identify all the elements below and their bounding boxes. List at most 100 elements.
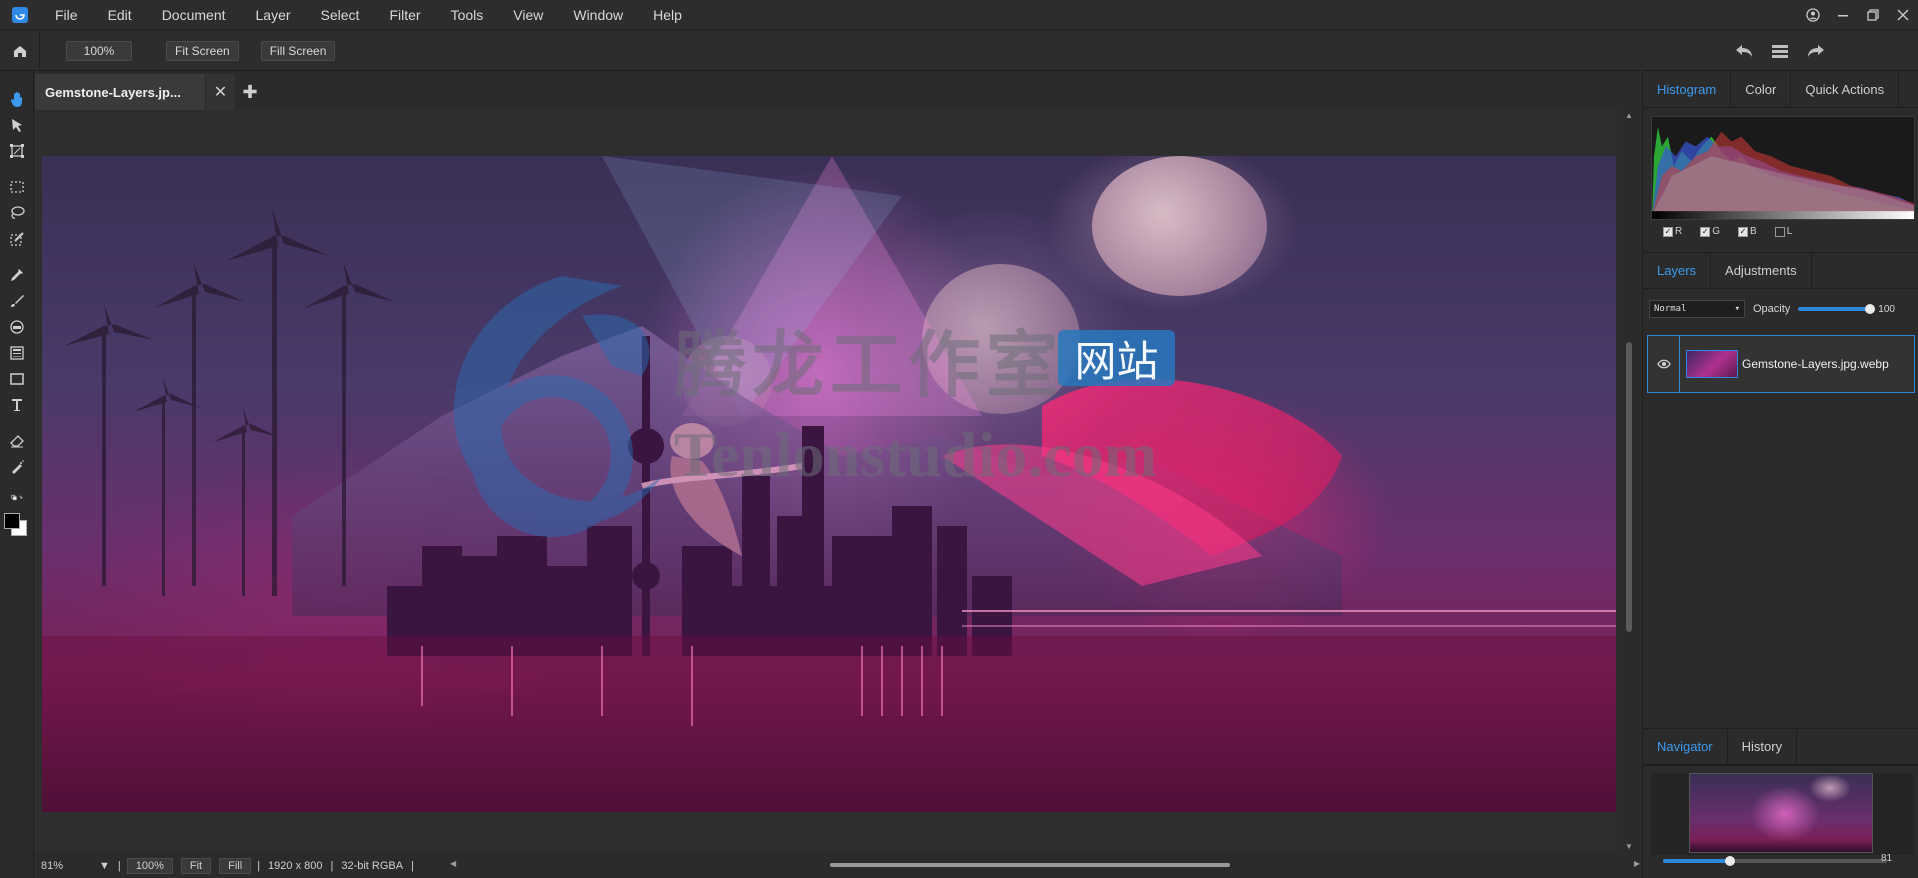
restore-icon[interactable]	[1858, 0, 1888, 30]
menu-document[interactable]: Document	[147, 0, 241, 30]
right-panels: Histogram Color Quick Actions ✓ R ✓ G ✓ B L	[1642, 72, 1918, 878]
zoom-level-field[interactable]: 100%	[66, 40, 132, 61]
navigator-zoom-fill	[1663, 859, 1731, 863]
scroll-right-icon[interactable]: ▶	[1634, 859, 1640, 868]
layer-name: Gemstone-Layers.jpg.webp	[1742, 357, 1889, 371]
histogram-graph	[1651, 116, 1915, 220]
color-swatches[interactable]	[0, 508, 34, 540]
tab-navigator[interactable]: Navigator	[1643, 729, 1728, 764]
tab-color[interactable]: Color	[1731, 72, 1792, 107]
layer-item[interactable]: Gemstone-Layers.jpg.webp	[1647, 335, 1915, 393]
opacity-value[interactable]: 100	[1878, 304, 1895, 315]
menu-tools[interactable]: Tools	[436, 0, 499, 30]
document-tabbar: Gemstone-Layers.jp... ✕ ✚	[35, 72, 1640, 110]
text-tool-icon[interactable]	[0, 392, 34, 418]
navigator-zoom-slider[interactable]	[1663, 856, 1887, 866]
menubar: File Edit Document Layer Select Filter T…	[0, 0, 1918, 30]
horizontal-scrollbar[interactable]: ◀ ▶	[450, 859, 1640, 871]
document-tab-title: Gemstone-Layers.jp...	[45, 84, 181, 100]
horizontal-scroll-thumb[interactable]	[830, 863, 1230, 867]
tab-histogram[interactable]: Histogram	[1643, 72, 1732, 107]
app-logo-icon	[12, 6, 28, 23]
tools-toolbar	[0, 72, 34, 878]
document-tab[interactable]: Gemstone-Layers.jp...	[35, 74, 205, 110]
clone-stamp-tool-icon[interactable]	[0, 314, 34, 340]
shape-tool-icon[interactable]	[0, 366, 34, 392]
eye-icon[interactable]	[1648, 336, 1680, 392]
layer-options: Normal Opacity 100	[1649, 299, 1913, 319]
status-dimensions: 1920 x 800	[268, 859, 323, 872]
vertical-scroll-thumb[interactable]	[1626, 342, 1632, 632]
histogram-panel-tabs: Histogram Color Quick Actions	[1643, 72, 1918, 108]
minimize-icon[interactable]	[1828, 0, 1858, 30]
new-tab-icon[interactable]: ✚	[235, 74, 265, 110]
menu-icon[interactable]	[1769, 40, 1791, 62]
zoom-dropdown-icon[interactable]: ▼	[93, 860, 116, 872]
zoom-100-button[interactable]: 100%	[126, 857, 173, 874]
channel-l-checkbox[interactable]: L	[1774, 226, 1792, 237]
close-icon[interactable]	[1888, 0, 1918, 30]
menu-help[interactable]: Help	[638, 0, 697, 30]
transform-tool-icon[interactable]	[0, 138, 34, 164]
tab-history[interactable]: History	[1728, 729, 1798, 764]
vertical-scrollbar[interactable]: ▲ ▼	[1623, 110, 1635, 853]
lasso-tool-icon[interactable]	[0, 200, 34, 226]
menu-window[interactable]: Window	[558, 0, 638, 30]
opacity-slider[interactable]	[1798, 304, 1876, 314]
fit-screen-button[interactable]: Fit Screen	[166, 40, 239, 61]
options-bar: 100% Fit Screen Fill Screen	[0, 30, 1640, 71]
eyedropper-tool-icon[interactable]	[0, 262, 34, 288]
hand-tool-icon[interactable]	[0, 86, 34, 112]
menu-edit[interactable]: Edit	[93, 0, 147, 30]
watermark-url: Tenlonstudio.com	[674, 419, 1158, 490]
tab-adjustments[interactable]: Adjustments	[1711, 253, 1812, 288]
layers-panel: Layers Adjustments Normal Opacity 100 Ge…	[1643, 252, 1918, 792]
foreground-color-swatch[interactable]	[4, 513, 20, 529]
histogram-panel: Histogram Color Quick Actions ✓ R ✓ G ✓ B L	[1643, 72, 1918, 250]
home-icon[interactable]	[0, 30, 40, 71]
canvas-area[interactable]: 腾龙工作室 网站 Tenlonstudio.com	[35, 110, 1617, 853]
scroll-down-icon[interactable]: ▼	[1623, 841, 1635, 853]
channel-r-checkbox[interactable]: ✓ R	[1663, 226, 1682, 237]
navigator-panel-tabs: Navigator History	[1643, 729, 1918, 765]
histogram-channel-checks: ✓ R ✓ G ✓ B L	[1663, 226, 1792, 237]
tab-layers[interactable]: Layers	[1643, 253, 1712, 288]
menu-file[interactable]: File	[40, 0, 93, 30]
eraser-tool-icon[interactable]	[0, 428, 34, 454]
undo-icon[interactable]	[1733, 40, 1755, 62]
scroll-left-icon[interactable]: ◀	[450, 859, 456, 868]
menu-select[interactable]: Select	[306, 0, 375, 30]
retouch-tool-icon[interactable]	[0, 454, 34, 480]
redo-icon[interactable]	[1805, 40, 1827, 62]
channel-b-checkbox[interactable]: ✓ B	[1738, 226, 1757, 237]
document-image[interactable]: 腾龙工作室 网站 Tenlonstudio.com	[42, 156, 1616, 812]
move-tool-icon[interactable]	[0, 112, 34, 138]
quick-select-tool-icon[interactable]	[0, 226, 34, 252]
status-color-mode: 32-bit RGBA	[341, 859, 404, 872]
navigator-zoom-knob[interactable]	[1725, 856, 1736, 866]
tab-quick-actions[interactable]: Quick Actions	[1791, 72, 1900, 107]
window-controls	[1798, 0, 1918, 30]
menu-view[interactable]: View	[498, 0, 558, 30]
brush-tool-icon[interactable]	[0, 288, 34, 314]
status-zoom: 81%	[41, 859, 64, 872]
menu-layer[interactable]: Layer	[241, 0, 306, 30]
opacity-slider-knob[interactable]	[1865, 304, 1876, 314]
user-icon[interactable]	[1798, 0, 1828, 30]
swap-colors-icon[interactable]	[0, 490, 34, 508]
zoom-fill-button[interactable]: Fill	[219, 857, 252, 874]
opacity-slider-fill	[1798, 307, 1871, 311]
gradient-tool-icon[interactable]	[0, 340, 34, 366]
layer-thumbnail	[1686, 350, 1738, 378]
watermark-badge: 网站	[1058, 330, 1175, 386]
blend-mode-select[interactable]: Normal	[1649, 300, 1745, 318]
navigator-thumbnail[interactable]	[1689, 773, 1873, 853]
channel-g-checkbox[interactable]: ✓ G	[1700, 226, 1720, 237]
navigator-preview[interactable]	[1651, 773, 1913, 855]
zoom-fit-button[interactable]: Fit	[180, 857, 212, 874]
fill-screen-button[interactable]: Fill Screen	[260, 40, 336, 61]
scroll-up-icon[interactable]: ▲	[1623, 110, 1635, 122]
close-tab-icon[interactable]: ✕	[205, 74, 235, 110]
marquee-tool-icon[interactable]	[0, 174, 34, 200]
menu-filter[interactable]: Filter	[374, 0, 435, 30]
